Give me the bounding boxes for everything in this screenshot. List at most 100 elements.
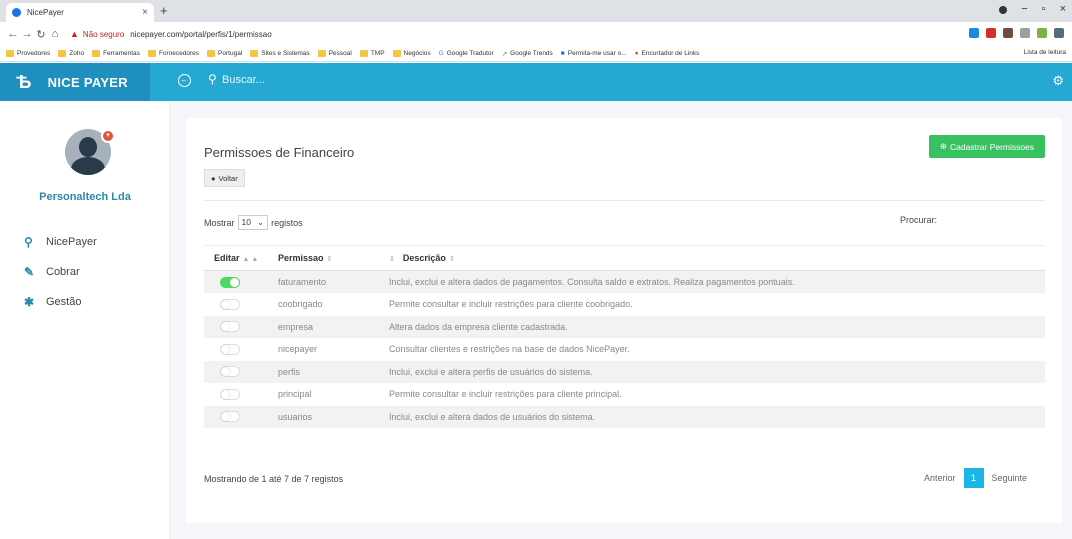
favicon-icon [12,8,21,17]
url-field[interactable]: nicepayer.com/portal/perfis/1/permissao [130,30,271,39]
edit-toggle[interactable] [220,388,240,400]
description-cell: Inclui, exclui e altera dados de usuário… [389,405,1045,428]
bookmark[interactable]: Portugal [207,50,242,57]
bookmark[interactable]: Provedores [6,50,50,57]
back-button[interactable]: ● Voltar [204,169,245,187]
bookmark[interactable]: Fornecedores [147,50,199,57]
permissions-card: Permissoes de Financeiro ● Voltar ⊕ Cada… [186,118,1062,523]
new-tab-button[interactable]: + [160,3,168,18]
search-icon: ⚲ [208,72,217,86]
sidebar: ▾ Personaltech Lda ⚲ NicePayer ✎ Cobrar … [0,101,170,539]
bookmark[interactable]: ■ Permita-me usar o... [561,50,627,57]
column-header-editar[interactable]: Editar ▲ ▲ [204,245,278,271]
search-icon: ⚲ [24,235,33,249]
bookmark[interactable]: Zoho [58,50,84,57]
settings-icon[interactable]: ⚙ [1052,73,1064,89]
forward-icon[interactable]: → [20,28,34,40]
description-cell: Altera dados da empresa cliente cadastra… [389,315,1045,338]
bookmark[interactable]: Pessoal [317,50,352,57]
bookmark[interactable]: ↗ Google Trends [502,50,553,58]
warning-icon: ▲ [70,29,79,39]
edit-toggle[interactable] [220,411,240,423]
extension-icon[interactable] [986,28,996,38]
edit-toggle[interactable] [220,298,240,310]
company-name: Personaltech Lda [39,191,131,203]
close-tab-icon[interactable]: × [142,7,148,18]
extension-icon[interactable] [1003,28,1013,38]
search-label: Procurar: [900,215,938,225]
extension-icon[interactable] [1037,28,1047,38]
extension-icons [969,28,1064,38]
brand[interactable]: Ѣ NICE PAYER [0,63,150,101]
close-window-icon[interactable]: × [1060,3,1066,15]
not-secure-label[interactable]: Não seguro [83,30,124,39]
back-icon[interactable]: ← [6,28,20,40]
folder-icon [58,50,67,57]
reading-list[interactable]: Lista de leitura [1024,49,1066,56]
search-input[interactable] [222,74,382,86]
sidebar-item-nicepayer[interactable]: ⚲ NicePayer [24,227,97,257]
table-body: faturamento Inclui, exclui e altera dados… [204,270,1045,428]
browser-tab[interactable]: NicePayer × [6,3,154,22]
permission-cell: empresa [278,315,389,338]
next-page-button[interactable]: Seguinte [992,473,1028,483]
sidebar-item-cobrar[interactable]: ✎ Cobrar [24,257,97,287]
chevron-down-icon[interactable]: ▾ [101,129,115,143]
permission-cell: coobrigado [278,299,323,310]
tab-title: NicePayer [27,8,64,17]
permission-cell: faturamento [278,270,389,293]
edit-toggle[interactable] [220,343,240,355]
sidebar-menu: ⚲ NicePayer ✎ Cobrar ✱ Gestão [24,227,97,317]
bookmark[interactable]: G Google Tradutor [439,50,494,57]
extension-icon[interactable] [1054,28,1064,38]
back-circle-icon: ● [211,173,216,183]
folder-icon [317,50,326,57]
page-button-current[interactable]: 1 [963,468,984,488]
link-icon: ● [634,50,639,57]
bookmark[interactable]: ● Encurtador de Links [635,50,700,57]
folder-icon [147,50,156,57]
add-permission-button[interactable]: ⊕ Cadastrar Permissoes [929,135,1045,158]
home-icon[interactable]: ⌂ [48,28,62,40]
reload-icon[interactable]: ↻ [34,28,48,41]
maximize-icon[interactable]: ▫ [1042,3,1046,15]
help-icon: ■ [560,50,565,57]
edit-toggle[interactable] [220,276,240,288]
folder-icon [359,50,368,57]
page-size-select[interactable]: 10 ⌄ [237,215,269,230]
brand-name: NICE PAYER [47,74,128,90]
collapse-sidebar-icon[interactable]: ← [178,74,191,87]
trends-icon: ↗ [501,50,508,58]
sidebar-item-label: Cobrar [46,266,80,278]
table-row: nicepayer Consultar clientes e restrições… [204,338,1045,361]
extension-icon[interactable] [969,28,979,38]
edit-toggle[interactable] [220,321,240,333]
bookmark[interactable]: TMP [359,50,385,57]
bookmark[interactable]: Negócios [392,50,431,57]
pagination: Anterior 1 Seguinte [924,468,1027,488]
gear-icon: ✱ [24,295,35,309]
sort-icon: ▲ ▲ [242,256,259,263]
table-row: empresa Altera dados da empresa cliente c… [204,315,1045,338]
column-header-permissao[interactable]: Permissao ⇕ [278,245,389,271]
bookmark[interactable]: Sites e Sistemas [250,50,310,57]
prev-page-button[interactable]: Anterior [924,473,956,483]
bookmark[interactable]: Ferramentas [92,50,140,57]
profile-icon[interactable] [999,6,1008,14]
window-controls: − ▫ × [999,3,1066,15]
column-header-descricao[interactable]: ⇕ Descrição ⇕ [389,245,1045,271]
description-cell: Inclui, exclui e altera dados de pagamen… [389,270,1045,293]
permission-cell: nicepayer [278,344,318,355]
extension-icon[interactable] [1020,28,1030,38]
folder-icon [6,50,14,57]
edit-toggle[interactable] [220,366,240,378]
page-title: Permissoes de Financeiro [204,145,355,160]
minimize-icon[interactable]: − [1021,3,1027,15]
sidebar-item-gestao[interactable]: ✱ Gestão [24,287,97,317]
sort-icon: ⇕ [389,256,395,263]
table-row: coobrigado Permite consultar e incluir re… [204,293,1045,316]
table-row: principal Permite consultar e incluir res… [204,383,1045,406]
google-translate-icon: G [438,50,444,57]
description-cell: Inclui, exclui e altera perfis de usuári… [389,360,1045,383]
sidebar-item-label: NicePayer [46,236,97,248]
